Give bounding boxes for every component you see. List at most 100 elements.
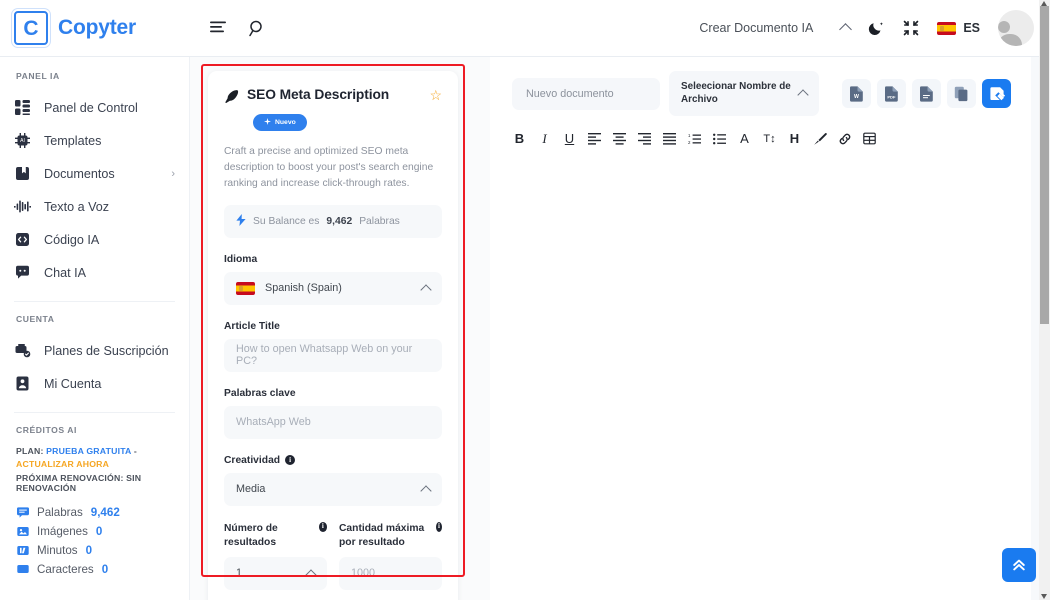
max-amount-input[interactable]: 1000 — [339, 556, 442, 590]
chevron-up-icon — [797, 89, 809, 101]
heading-button[interactable]: H — [782, 126, 807, 151]
brand-logo-area[interactable]: C Copyter — [0, 11, 190, 45]
credit-value: 0 — [101, 563, 109, 577]
feather-pen-icon — [224, 89, 239, 109]
results-count-field: Número de resultados i 1 — [224, 506, 327, 590]
waveform-icon — [14, 198, 31, 215]
credit-label: Imágenes — [37, 525, 88, 539]
copy-document-button[interactable] — [947, 79, 976, 108]
sidebar-item-panel-de-control[interactable]: Panel de Control — [0, 91, 189, 124]
svg-text:1: 1 — [688, 133, 691, 138]
svg-text:PDF: PDF — [887, 94, 896, 99]
sidebar-item-chat-ia[interactable]: Chat IA — [0, 256, 189, 289]
plan-value: PRUEBA GRATUITA — [46, 446, 132, 456]
align-left-button[interactable] — [582, 126, 607, 151]
moon-icon[interactable] — [868, 20, 885, 37]
sidebar-item-codigo-ia[interactable]: Código IA — [0, 223, 189, 256]
link-button[interactable] — [832, 126, 857, 151]
language-select-value: Spanish (Spain) — [265, 282, 342, 295]
results-count-stepper[interactable]: 1 — [224, 556, 327, 590]
bold-button[interactable]: B — [507, 126, 532, 151]
document-name-input[interactable]: Nuevo documento — [512, 77, 660, 110]
file-name-select[interactable]: Seleecionar Nombre de Archivo — [669, 71, 819, 116]
create-document-dropdown[interactable]: Crear Documento IA — [699, 21, 853, 36]
credit-row-palabras: Palabras 9,462 — [0, 503, 189, 522]
sidebar-item-label: Texto a Voz — [44, 199, 110, 214]
max-amount-field-label: Cantidad máxima por resultado i — [339, 521, 442, 550]
align-justify-button[interactable] — [657, 126, 682, 151]
align-right-button[interactable] — [632, 126, 657, 151]
creativity-label-text: Creatividad — [224, 454, 281, 466]
underline-button[interactable]: U — [557, 126, 582, 151]
info-icon[interactable]: i — [436, 521, 442, 532]
formatting-toolbar: B I U 12 A T↕ H — [490, 116, 1050, 151]
italic-button[interactable]: I — [532, 126, 557, 151]
scrollbar-thumb[interactable] — [1040, 6, 1049, 324]
dashboard-icon — [14, 99, 31, 116]
sidebar-item-label: Chat IA — [44, 265, 86, 280]
chat-icon — [14, 264, 31, 281]
ordered-list-button[interactable]: 12 — [682, 126, 707, 151]
badge-label: Nuevo — [275, 119, 296, 126]
results-count-label-text: Número de resultados — [224, 522, 278, 548]
plan-upgrade-link[interactable]: ACTUALIZAR AHORA — [16, 459, 109, 469]
words-icon — [16, 506, 29, 519]
sparkle-icon — [264, 118, 271, 127]
logo-letter: C — [23, 16, 39, 40]
keywords-input[interactable]: WhatsApp Web — [224, 405, 442, 439]
star-outline-icon[interactable]: ☆ — [429, 88, 442, 102]
search-icon[interactable] — [249, 20, 266, 37]
characters-icon — [16, 563, 29, 576]
status-badge: Nuevo — [253, 114, 307, 131]
application-root: C Copyter Crear Documento IA ES PANEL IA… — [0, 0, 1050, 600]
export-text-button[interactable] — [912, 79, 941, 108]
template-description: Craft a precise and optimized SEO meta d… — [224, 146, 434, 189]
documents-icon — [14, 165, 31, 182]
menu-icon[interactable] — [210, 21, 227, 35]
language-selector[interactable]: ES — [937, 21, 980, 35]
info-icon[interactable]: i — [285, 455, 296, 466]
sidebar-item-documentos[interactable]: Documentos › — [0, 157, 189, 190]
font-size-button[interactable]: T↕ — [757, 126, 782, 151]
keywords-field-label: Palabras clave — [224, 387, 296, 399]
export-word-button[interactable]: W — [842, 79, 871, 108]
file-name-select-label: Seleecionar Nombre de Archivo — [681, 80, 791, 105]
info-icon[interactable]: i — [318, 521, 327, 532]
sidebar-item-planes-de-suscripcion[interactable]: Planes de Suscripción — [0, 334, 189, 367]
credit-label: Palabras — [37, 506, 83, 520]
svg-text:W: W — [854, 94, 859, 100]
scrollbar-down-arrow[interactable] — [1041, 594, 1047, 599]
editor-right-edge — [1031, 57, 1039, 600]
sidebar-item-mi-cuenta[interactable]: Mi Cuenta — [0, 367, 189, 400]
page-scrollbar[interactable] — [1039, 0, 1050, 600]
scroll-to-top-button[interactable] — [1002, 548, 1036, 582]
chevron-up-icon — [420, 485, 432, 497]
sidebar-section-panel-caption: PANEL IA — [16, 71, 60, 81]
sidebar-divider-1 — [14, 301, 175, 302]
credit-row-imagenes: Imágenes 0 — [0, 522, 189, 541]
font-color-button[interactable]: A — [732, 126, 757, 151]
sidebar-item-texto-a-voz[interactable]: Texto a Voz — [0, 190, 189, 223]
highlight-button[interactable] — [807, 126, 832, 151]
topbar-left-icons — [190, 20, 266, 37]
compress-icon[interactable] — [903, 20, 919, 36]
language-select[interactable]: Spanish (Spain) — [224, 271, 442, 305]
save-document-button[interactable] — [982, 79, 1011, 108]
article-title-input[interactable]: How to open Whatsapp Web on your PC? — [224, 338, 442, 372]
align-center-button[interactable] — [607, 126, 632, 151]
table-button[interactable] — [857, 126, 882, 151]
export-pdf-button[interactable]: PDF — [877, 79, 906, 108]
svg-text:AI: AI — [20, 138, 25, 144]
sidebar-item-templates[interactable]: AI Templates — [0, 124, 189, 157]
creativity-select[interactable]: Media — [224, 472, 442, 506]
chevron-up-icon — [420, 284, 432, 296]
bold-glyph: B — [514, 131, 525, 146]
underline-glyph: U — [564, 131, 575, 146]
editor-content-area[interactable] — [490, 151, 1050, 600]
template-form-column: SEO Meta Description ☆ Nuevo Craft a pre… — [190, 57, 490, 600]
unordered-list-button[interactable] — [707, 126, 732, 151]
user-avatar[interactable] — [998, 10, 1034, 46]
plan-separator: - — [133, 446, 137, 456]
spain-flag-icon — [937, 21, 957, 35]
sidebar-item-label: Mi Cuenta — [44, 376, 102, 391]
